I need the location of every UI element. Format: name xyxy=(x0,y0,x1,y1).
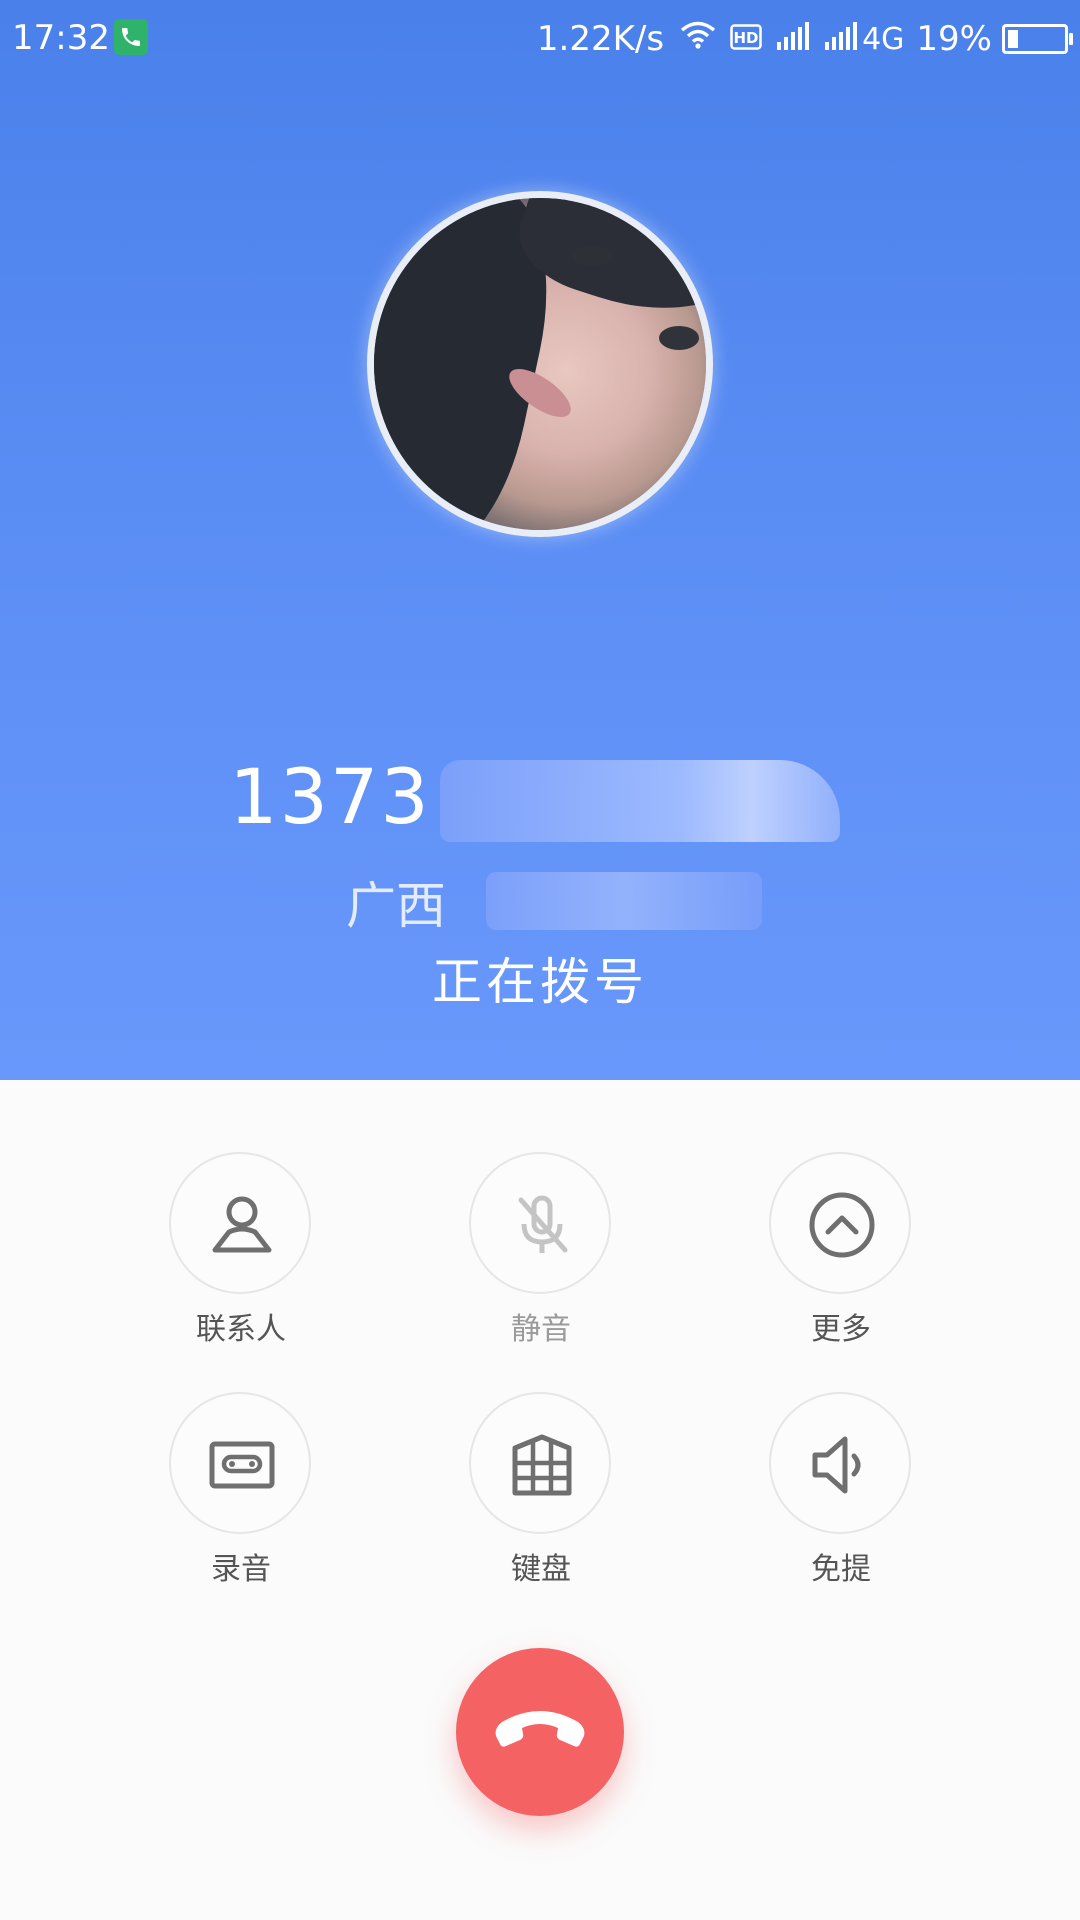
more-label: 更多 xyxy=(811,1312,871,1347)
signal-icon xyxy=(776,19,810,59)
contact-avatar xyxy=(374,198,706,530)
speaker-button[interactable]: 免提 xyxy=(711,1392,971,1592)
wifi-icon xyxy=(680,19,716,59)
record-button[interactable]: 录音 xyxy=(111,1392,371,1592)
keypad-icon xyxy=(512,1434,572,1496)
status-bar: 17:32 1.22K/s HD 4G 19% xyxy=(0,0,1080,78)
status-time: 17:32 xyxy=(12,18,110,58)
call-status: 正在拨号 xyxy=(432,953,648,1011)
net-speed: 1.22K/s xyxy=(536,19,665,59)
caller-location-visible: 广西 xyxy=(346,877,446,935)
mute-button-circle[interactable] xyxy=(469,1152,611,1294)
signal-icon xyxy=(824,19,858,59)
chevron-up-circle-icon xyxy=(809,1192,875,1258)
battery-percent: 19% xyxy=(916,19,992,59)
caller-number-visible: 1373 xyxy=(229,752,431,841)
call-active-icon xyxy=(114,19,148,55)
number-redaction xyxy=(440,760,840,842)
contacts-label: 联系人 xyxy=(196,1312,286,1347)
battery-icon xyxy=(1002,24,1073,54)
keypad-button[interactable]: 键盘 xyxy=(411,1392,671,1592)
more-button[interactable]: 更多 xyxy=(711,1152,971,1352)
battery-level xyxy=(1008,30,1018,48)
end-call-button[interactable] xyxy=(456,1648,624,1816)
record-label: 录音 xyxy=(211,1552,271,1587)
more-button-circle[interactable] xyxy=(769,1152,911,1294)
mic-off-icon xyxy=(518,1195,568,1253)
keypad-label: 键盘 xyxy=(511,1552,571,1587)
speaker-icon xyxy=(812,1436,861,1494)
network-type: 4G xyxy=(862,21,905,57)
speaker-label: 免提 xyxy=(811,1552,871,1587)
status-right: 1.22K/s HD 4G 19% xyxy=(536,18,1073,60)
location-redaction xyxy=(486,872,762,930)
hd-icon: HD xyxy=(730,19,762,59)
call-header: 17:32 1.22K/s HD 4G 19% 1373 广西 正在拨号 xyxy=(0,0,1080,1080)
cassette-icon xyxy=(209,1441,275,1489)
contacts-button-circle[interactable] xyxy=(169,1152,311,1294)
person-icon xyxy=(212,1196,272,1253)
keypad-button-circle[interactable] xyxy=(469,1392,611,1534)
contacts-button[interactable]: 联系人 xyxy=(111,1152,371,1352)
mute-label: 静音 xyxy=(511,1312,571,1347)
record-button-circle[interactable] xyxy=(169,1392,311,1534)
svg-text:HD: HD xyxy=(734,29,759,47)
speaker-button-circle[interactable] xyxy=(769,1392,911,1534)
mute-button[interactable]: 静音 xyxy=(411,1152,671,1352)
end-call-icon xyxy=(495,1711,585,1747)
